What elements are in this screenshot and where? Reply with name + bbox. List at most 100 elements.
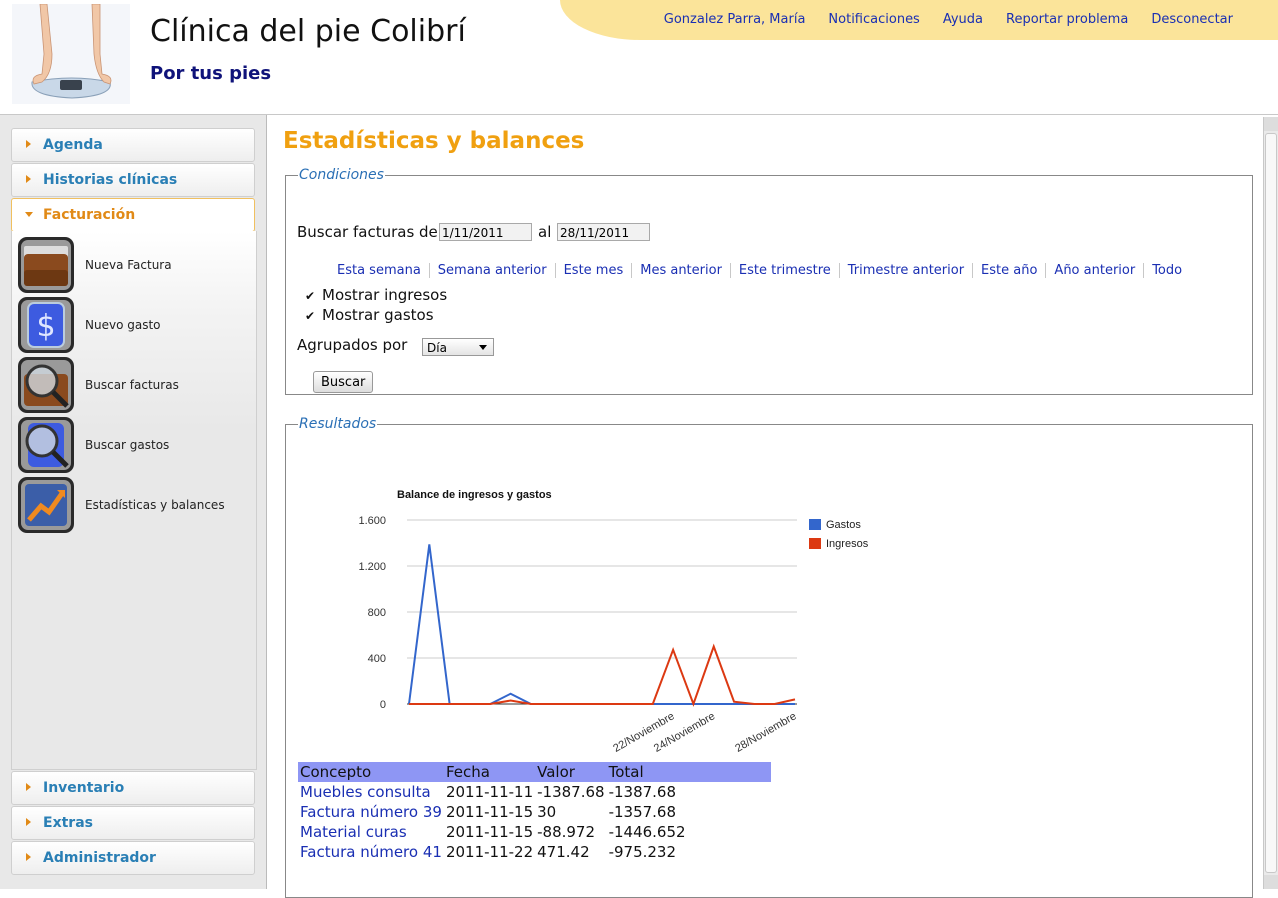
to-date-input[interactable]: 28/11/2011 bbox=[557, 223, 650, 241]
search-invoice-icon bbox=[18, 357, 74, 413]
sidebar-section-label: Agenda bbox=[43, 137, 103, 153]
table-row: Factura número 41 2011-11-22 471.42 -975… bbox=[298, 842, 771, 862]
dropdown-arrow-icon bbox=[479, 345, 487, 350]
quick-range-links: Esta semana Semana anterior Este mes Mes… bbox=[331, 263, 1190, 278]
menu-item-label: Buscar facturas bbox=[85, 378, 179, 392]
notifications-link[interactable]: Notificaciones bbox=[828, 12, 919, 27]
column-header: Total bbox=[606, 762, 771, 782]
search-label: Buscar facturas del bbox=[297, 223, 442, 241]
date-cell: 2011-11-15 bbox=[445, 823, 534, 841]
results-table: Concepto Fecha Valor Total Muebles consu… bbox=[298, 762, 771, 862]
value-cell: 471.42 bbox=[537, 843, 590, 861]
logo bbox=[12, 4, 130, 104]
legend-swatch bbox=[809, 538, 821, 549]
sidebar-section-facturacion[interactable]: Facturación bbox=[11, 198, 255, 232]
sidebar-section-label: Administrador bbox=[43, 850, 156, 866]
chart-title: Balance de ingresos y gastos bbox=[397, 489, 552, 501]
sidebar-section-extras[interactable]: Extras bbox=[11, 806, 255, 840]
scroll-up-arrow-icon[interactable] bbox=[1264, 117, 1278, 131]
search-button[interactable]: Buscar bbox=[313, 371, 374, 393]
chevron-right-icon bbox=[26, 818, 31, 826]
menu-item-estadisticas[interactable]: Estadísticas y balances bbox=[17, 476, 253, 534]
group-by-value: Día bbox=[427, 341, 447, 355]
value-cell: -1387.68 bbox=[537, 783, 605, 801]
results-legend: Resultados bbox=[299, 416, 377, 432]
from-date-input[interactable]: 1/11/2011 bbox=[439, 223, 532, 241]
search-expense-icon bbox=[18, 417, 74, 473]
concept-link[interactable]: Muebles consulta bbox=[298, 782, 444, 802]
chevron-right-icon bbox=[26, 175, 31, 183]
column-header: Fecha bbox=[443, 762, 536, 782]
header: Clínica del pie Colibrí Por tus pies Gon… bbox=[0, 0, 1278, 115]
y-tick-label: 400 bbox=[368, 653, 386, 665]
show-income-checkbox[interactable]: ✔ Mostrar ingresos bbox=[305, 286, 447, 304]
date-cell: 2011-11-22 bbox=[445, 843, 534, 861]
range-this-month[interactable]: Este mes bbox=[554, 263, 632, 278]
dollar-icon: $ bbox=[18, 297, 74, 353]
range-last-quarter[interactable]: Trimestre anterior bbox=[838, 263, 972, 278]
menu-item-buscar-gastos[interactable]: Buscar gastos bbox=[17, 416, 253, 474]
legend-label: Gastos bbox=[826, 519, 861, 531]
conditions-legend: Condiciones bbox=[299, 167, 384, 183]
date-cell: 2011-11-11 bbox=[445, 783, 534, 801]
help-link[interactable]: Ayuda bbox=[943, 12, 983, 27]
sidebar-section-label: Facturación bbox=[43, 207, 136, 223]
total-cell: -975.232 bbox=[608, 843, 677, 861]
sidebar-section-label: Inventario bbox=[43, 780, 125, 796]
show-expenses-checkbox[interactable]: ✔ Mostrar gastos bbox=[305, 306, 434, 324]
main-content: Estadísticas y balances Condiciones Busc… bbox=[272, 117, 1262, 898]
total-cell: -1387.68 bbox=[608, 783, 677, 801]
concept-link[interactable]: Material curas bbox=[298, 822, 444, 842]
range-this-quarter[interactable]: Este trimestre bbox=[729, 263, 839, 278]
range-last-week[interactable]: Semana anterior bbox=[428, 263, 555, 278]
value-cell: 30 bbox=[537, 803, 557, 821]
chevron-down-icon bbox=[25, 212, 33, 217]
sidebar-section-label: Historias clínicas bbox=[43, 172, 178, 188]
vertical-scrollbar[interactable] bbox=[1263, 117, 1278, 889]
scroll-down-arrow-icon[interactable] bbox=[1264, 875, 1278, 889]
table-row: Muebles consulta 2011-11-11 -1387.68 -13… bbox=[298, 782, 771, 802]
chevron-right-icon bbox=[26, 853, 31, 861]
checkmark-icon: ✔ bbox=[305, 309, 316, 323]
range-this-week[interactable]: Esta semana bbox=[331, 263, 429, 278]
y-tick-label: 0 bbox=[380, 699, 386, 711]
menu-item-nueva-factura[interactable]: Nueva Factura bbox=[17, 236, 253, 294]
sidebar-section-agenda[interactable]: Agenda bbox=[11, 128, 255, 162]
concept-link[interactable]: Factura número 39 bbox=[298, 802, 444, 822]
menu-item-nuevo-gasto[interactable]: $ Nuevo gasto bbox=[17, 296, 253, 354]
sidebar-section-historias[interactable]: Historias clínicas bbox=[11, 163, 255, 197]
to-label: al bbox=[538, 223, 552, 241]
conditions-fieldset: Condiciones Buscar facturas del 1/11/201… bbox=[285, 167, 1253, 395]
wallet-icon bbox=[18, 237, 74, 293]
facturacion-panel: Nueva Factura $ Nuevo gasto Buscar factu… bbox=[11, 231, 257, 770]
logout-link[interactable]: Desconectar bbox=[1151, 12, 1233, 27]
svg-text:$: $ bbox=[36, 309, 55, 344]
concept-link[interactable]: Factura número 41 bbox=[298, 842, 444, 862]
group-by-select[interactable]: Día bbox=[422, 338, 494, 356]
scrollbar-thumb[interactable] bbox=[1265, 133, 1277, 873]
clinic-title: Clínica del pie Colibrí bbox=[150, 14, 466, 49]
sidebar-section-administrador[interactable]: Administrador bbox=[11, 841, 255, 875]
report-problem-link[interactable]: Reportar problema bbox=[1006, 12, 1128, 27]
menu-item-label: Estadísticas y balances bbox=[85, 498, 225, 512]
y-tick-label: 1.200 bbox=[358, 561, 386, 573]
sidebar-section-inventario[interactable]: Inventario bbox=[11, 771, 255, 805]
column-header: Concepto bbox=[298, 762, 444, 782]
range-last-month[interactable]: Mes anterior bbox=[631, 263, 730, 278]
series-line-0 bbox=[408, 544, 795, 705]
range-all[interactable]: Todo bbox=[1143, 263, 1190, 278]
range-last-year[interactable]: Año anterior bbox=[1045, 263, 1143, 278]
range-this-year[interactable]: Este año bbox=[972, 263, 1045, 278]
table-row: Factura número 39 2011-11-15 30 -1357.68 bbox=[298, 802, 771, 822]
top-links: Gonzalez Parra, María Notificaciones Ayu… bbox=[664, 12, 1233, 27]
menu-item-buscar-facturas[interactable]: Buscar facturas bbox=[17, 356, 253, 414]
group-label: Agrupados por bbox=[297, 336, 408, 354]
balance-chart: Balance de ingresos y gastos 0 400 800 1.20… bbox=[358, 489, 868, 755]
user-profile-link[interactable]: Gonzalez Parra, María bbox=[664, 12, 806, 27]
show-expenses-label: Mostrar gastos bbox=[322, 306, 434, 324]
legend-swatch bbox=[809, 519, 821, 530]
menu-item-label: Nuevo gasto bbox=[85, 318, 161, 332]
y-tick-label: 1.600 bbox=[358, 515, 386, 527]
menu-item-label: Buscar gastos bbox=[85, 438, 170, 452]
value-cell: -88.972 bbox=[537, 823, 596, 841]
